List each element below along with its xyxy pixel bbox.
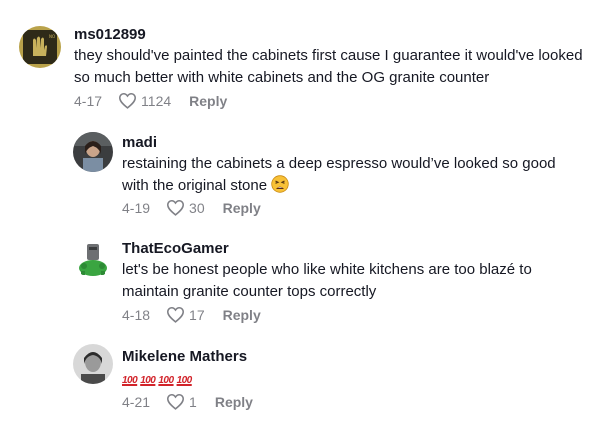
comment-text: they should've painted the cabinets firs… (74, 47, 583, 86)
like-count: 17 (189, 306, 205, 323)
comment-date: 4-19 (122, 199, 151, 216)
reply-button[interactable]: Reply (189, 93, 227, 109)
comment-item: ThatEcoGamer let's be honest people who … (0, 226, 589, 334)
like-button[interactable]: 1124 (118, 92, 171, 109)
avatar[interactable]: NO (19, 26, 61, 68)
reply-button[interactable]: Reply (223, 307, 261, 323)
comment-item: NO ms012899 they should've painted the c… (0, 0, 589, 120)
comment-text: let's be honest people who like white ki… (122, 261, 532, 300)
comment-text-body: restaining the cabinets a deep espresso … (122, 155, 556, 194)
like-button[interactable]: 30 (166, 199, 205, 216)
like-count: 1124 (141, 92, 172, 109)
heart-icon (167, 394, 185, 410)
comment-item: madi restaining the cabinets a deep espr… (0, 120, 589, 226)
tired-face-emoji (271, 175, 289, 200)
reply-button[interactable]: Reply (223, 200, 261, 216)
comment-username[interactable]: ms012899 (74, 26, 146, 43)
comment-meta: 4-18 17 Reply (122, 306, 261, 323)
comment-meta: 4-21 1 Reply (122, 393, 253, 410)
like-count: 30 (189, 199, 205, 216)
heart-icon (119, 93, 137, 109)
like-button[interactable]: 17 (166, 306, 205, 323)
comment-meta: 4-19 30 Reply (122, 199, 261, 216)
comment-item: Mikelene Mathers 100 100 100 100 4-21 1 Rep… (0, 334, 589, 427)
avatar[interactable] (73, 132, 113, 172)
comment-emoji-row: 100 100 100 100 (122, 368, 195, 392)
hundred-points-emoji: 100 (122, 375, 138, 386)
comment-username[interactable]: madi (122, 134, 157, 151)
like-count: 1 (189, 393, 197, 410)
heart-icon (167, 307, 185, 323)
like-button[interactable]: 1 (166, 393, 197, 410)
hundred-points-emoji: 100 (176, 375, 193, 386)
comment-text: restaining the cabinets a deep espresso … (122, 153, 572, 200)
heart-icon (167, 200, 185, 216)
svg-text:NO: NO (49, 34, 55, 39)
comment-username[interactable]: Mikelene Mathers (122, 348, 247, 365)
avatar[interactable] (73, 344, 113, 384)
comment-date: 4-17 (74, 92, 103, 109)
hundred-points-emoji: 100 (140, 375, 156, 386)
comment-date: 4-18 (122, 306, 151, 323)
hundred-points-emoji: 100 (158, 375, 174, 386)
comment-username[interactable]: ThatEcoGamer (122, 240, 229, 257)
comment-meta: 4-17 1124 Reply (74, 92, 227, 109)
reply-button[interactable]: Reply (215, 394, 253, 410)
comment-date: 4-21 (122, 393, 151, 410)
avatar[interactable] (73, 238, 113, 278)
